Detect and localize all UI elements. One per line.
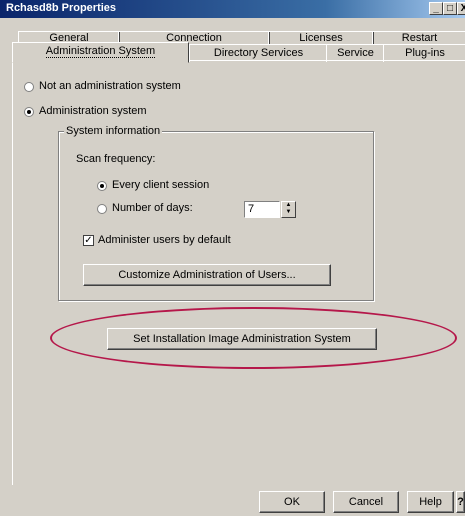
every-client-label: Every client session	[112, 179, 210, 191]
not-admin-radio[interactable]	[24, 82, 34, 92]
ok-button[interactable]: OK	[259, 491, 325, 513]
whats-this-button[interactable]: ?	[456, 491, 465, 513]
number-of-days-radio[interactable]	[97, 204, 107, 214]
number-of-days-label: Number of days:	[112, 202, 193, 214]
days-spinner[interactable]: ▲ ▼	[281, 201, 296, 218]
admin-radio[interactable]	[24, 107, 34, 117]
tab-licenses[interactable]: Licenses	[268, 31, 374, 45]
admin-label: Administration system	[39, 105, 147, 117]
customize-administration-button[interactable]: Customize Administration of Users...	[83, 264, 331, 286]
title-bar: Rchasd8b Properties _ □ X	[0, 0, 465, 18]
help-button[interactable]: Help	[407, 491, 454, 513]
days-input[interactable]: 7	[244, 201, 280, 218]
maximize-button[interactable]: □	[443, 2, 457, 15]
tab-administration-system[interactable]: Administration System	[12, 42, 189, 63]
properties-window: Rchasd8b Properties _ □ X General Connec…	[0, 0, 465, 516]
spin-down-icon[interactable]: ▼	[282, 209, 295, 216]
system-info-legend: System information	[64, 125, 163, 137]
window-title: Rchasd8b Properties	[6, 2, 117, 14]
not-admin-label: Not an administration system	[39, 80, 181, 92]
spin-up-icon[interactable]: ▲	[282, 202, 295, 209]
cancel-button[interactable]: Cancel	[333, 491, 399, 513]
close-button[interactable]: X	[457, 2, 465, 15]
administer-users-label: Administer users by default	[98, 234, 231, 246]
set-installation-image-button[interactable]: Set Installation Image Administration Sy…	[107, 328, 377, 350]
administer-users-checkbox[interactable]: ✓	[83, 235, 94, 246]
scan-frequency-label: Scan frequency:	[76, 153, 156, 165]
every-client-radio[interactable]	[97, 181, 107, 191]
tab-restart[interactable]: Restart	[372, 31, 465, 45]
tab-administration-system-label: Administration System	[45, 45, 156, 58]
minimize-button[interactable]: _	[429, 2, 443, 15]
